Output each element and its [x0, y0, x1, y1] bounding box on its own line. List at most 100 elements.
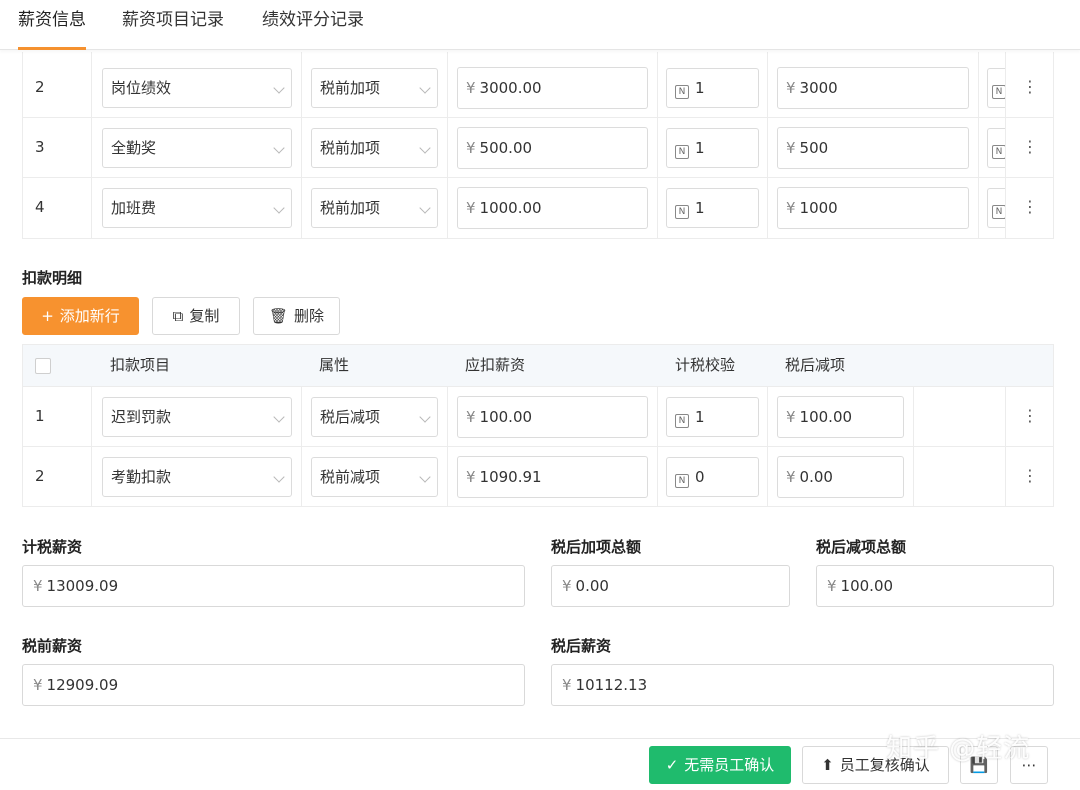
item-select[interactable]: 考勤扣款	[102, 457, 292, 497]
table-row: 3 全勤奖 税前加项 ¥500.00 N1 ¥500 N ⋮	[23, 118, 1053, 178]
copy-button[interactable]: ⧉ 复制	[152, 297, 240, 335]
taxable-salary-label: 计税薪资	[22, 538, 83, 556]
item-select[interactable]: 岗位绩效	[102, 68, 292, 108]
amount-value: 1090.91	[479, 468, 542, 486]
upload-circle-icon: ⬆	[821, 756, 834, 774]
number-icon: N	[675, 474, 689, 488]
after-tax-add-total-field[interactable]: ¥0.00	[551, 565, 790, 607]
after-tax-sub-total-label: 税后减项总额	[816, 538, 907, 556]
attribute-select[interactable]: 税后减项	[311, 397, 438, 437]
income-table: 2 岗位绩效 税前加项 ¥3000.00 N1 ¥3000 N ⋮ 3 全勤奖 …	[22, 52, 1054, 239]
chevron-down-icon	[273, 82, 285, 94]
attribute-select[interactable]: 税前减项	[311, 457, 438, 497]
factor-input-clipped[interactable]: N	[987, 68, 1005, 108]
amount-input[interactable]: ¥100.00	[457, 396, 648, 438]
factor-input-clipped[interactable]: N	[987, 188, 1005, 228]
factor-input[interactable]: N1	[666, 68, 759, 108]
total-value: 1000	[799, 199, 838, 217]
attribute-select-value: 税前加项	[320, 199, 381, 217]
row-index: 3	[35, 138, 45, 156]
more-icon[interactable]: ⋮	[1022, 137, 1038, 157]
after-tax-input[interactable]: ¥0.00	[777, 456, 904, 498]
post-tax-salary-value: 10112.13	[575, 676, 648, 694]
amount-input[interactable]: ¥3000.00	[457, 67, 648, 109]
after-tax-value: 100.00	[799, 408, 853, 426]
amount-input[interactable]: ¥1090.91	[457, 456, 648, 498]
delete-button[interactable]: 🗑 删除	[253, 297, 340, 335]
more-icon[interactable]: ⋮	[1022, 77, 1038, 97]
amount-input[interactable]: ¥500.00	[457, 127, 648, 169]
amount-value: 3000.00	[479, 79, 542, 97]
taxable-salary-field[interactable]: ¥13009.09	[22, 565, 525, 607]
table-row: 2 考勤扣款 税前减项 ¥1090.91 N0 ¥0.00 ⋮	[23, 447, 1053, 507]
attribute-select-value: 税前加项	[320, 79, 381, 97]
chevron-down-icon	[273, 411, 285, 423]
currency-symbol: ¥	[562, 577, 572, 595]
amount-input[interactable]: ¥1000.00	[457, 187, 648, 229]
item-select[interactable]: 加班费	[102, 188, 292, 228]
more-icon[interactable]: ⋮	[1022, 197, 1038, 217]
column-header-tax-check: 计税校验	[675, 356, 736, 374]
total-value: 500	[799, 139, 829, 157]
item-select[interactable]: 迟到罚款	[102, 397, 292, 437]
factor-value: 0	[695, 468, 705, 486]
select-all-checkbox[interactable]	[35, 358, 51, 374]
tab-salary-info[interactable]: 薪资信息	[18, 0, 86, 50]
currency-symbol: ¥	[466, 408, 476, 426]
factor-input-clipped[interactable]: N	[987, 128, 1005, 168]
tab-salary-item-records[interactable]: 薪资项目记录	[122, 0, 224, 50]
chevron-down-icon	[273, 142, 285, 154]
factor-input[interactable]: N1	[666, 188, 759, 228]
no-employee-confirm-button[interactable]: ✓ 无需员工确认	[649, 746, 791, 784]
factor-value: 1	[695, 139, 705, 157]
trash-icon: 🗑	[268, 307, 289, 325]
currency-symbol: ¥	[786, 408, 796, 426]
more-icon[interactable]: ⋮	[1022, 466, 1038, 486]
amount-value: 100.00	[479, 408, 533, 426]
factor-input[interactable]: N1	[666, 128, 759, 168]
factor-value: 1	[695, 79, 705, 97]
no-employee-confirm-label: 无需员工确认	[684, 756, 775, 774]
table-row: 1 迟到罚款 税后减项 ¥100.00 N1 ¥100.00 ⋮	[23, 387, 1053, 447]
after-tax-sub-total-field[interactable]: ¥100.00	[816, 565, 1054, 607]
post-tax-salary-field[interactable]: ¥10112.13	[551, 664, 1054, 706]
check-circle-icon: ✓	[665, 756, 679, 774]
chevron-down-icon	[273, 471, 285, 483]
column-header-amount: 应扣薪资	[465, 356, 526, 374]
delete-label: 删除	[294, 307, 325, 325]
taxable-salary-value: 13009.09	[46, 577, 119, 595]
currency-symbol: ¥	[786, 139, 796, 157]
add-row-label: 添加新行	[59, 307, 120, 325]
currency-symbol: ¥	[786, 468, 796, 486]
add-row-button[interactable]: + 添加新行	[22, 297, 139, 335]
tab-bar: 薪资信息 薪资项目记录 绩效评分记录	[0, 0, 1080, 50]
item-select-value: 全勤奖	[111, 139, 157, 157]
attribute-select[interactable]: 税前加项	[311, 188, 438, 228]
after-tax-add-total-value: 0.00	[575, 577, 609, 595]
number-icon: N	[992, 85, 1005, 99]
chevron-down-icon	[419, 82, 431, 94]
item-select[interactable]: 全勤奖	[102, 128, 292, 168]
currency-symbol: ¥	[827, 577, 837, 595]
currency-symbol: ¥	[466, 199, 476, 217]
attribute-select[interactable]: 税前加项	[311, 128, 438, 168]
factor-input[interactable]: N1	[666, 397, 759, 437]
after-tax-value: 0.00	[799, 468, 833, 486]
attribute-select-value: 税后减项	[320, 408, 381, 426]
number-icon: N	[992, 205, 1005, 219]
number-icon: N	[992, 145, 1005, 159]
item-select-value: 加班费	[111, 199, 157, 217]
tab-performance-records[interactable]: 绩效评分记录	[262, 0, 364, 50]
table-header-row: 扣款项目 属性 应扣薪资 计税校验 税后减项	[23, 345, 1053, 387]
currency-symbol: ¥	[466, 79, 476, 97]
total-input[interactable]: ¥500	[777, 127, 969, 169]
attribute-select-value: 税前加项	[320, 139, 381, 157]
factor-input[interactable]: N0	[666, 457, 759, 497]
pre-tax-salary-field[interactable]: ¥12909.09	[22, 664, 525, 706]
chevron-down-icon	[419, 471, 431, 483]
total-input[interactable]: ¥1000	[777, 187, 969, 229]
total-input[interactable]: ¥3000	[777, 67, 969, 109]
attribute-select[interactable]: 税前加项	[311, 68, 438, 108]
after-tax-input[interactable]: ¥100.00	[777, 396, 904, 438]
more-icon[interactable]: ⋮	[1022, 406, 1038, 426]
